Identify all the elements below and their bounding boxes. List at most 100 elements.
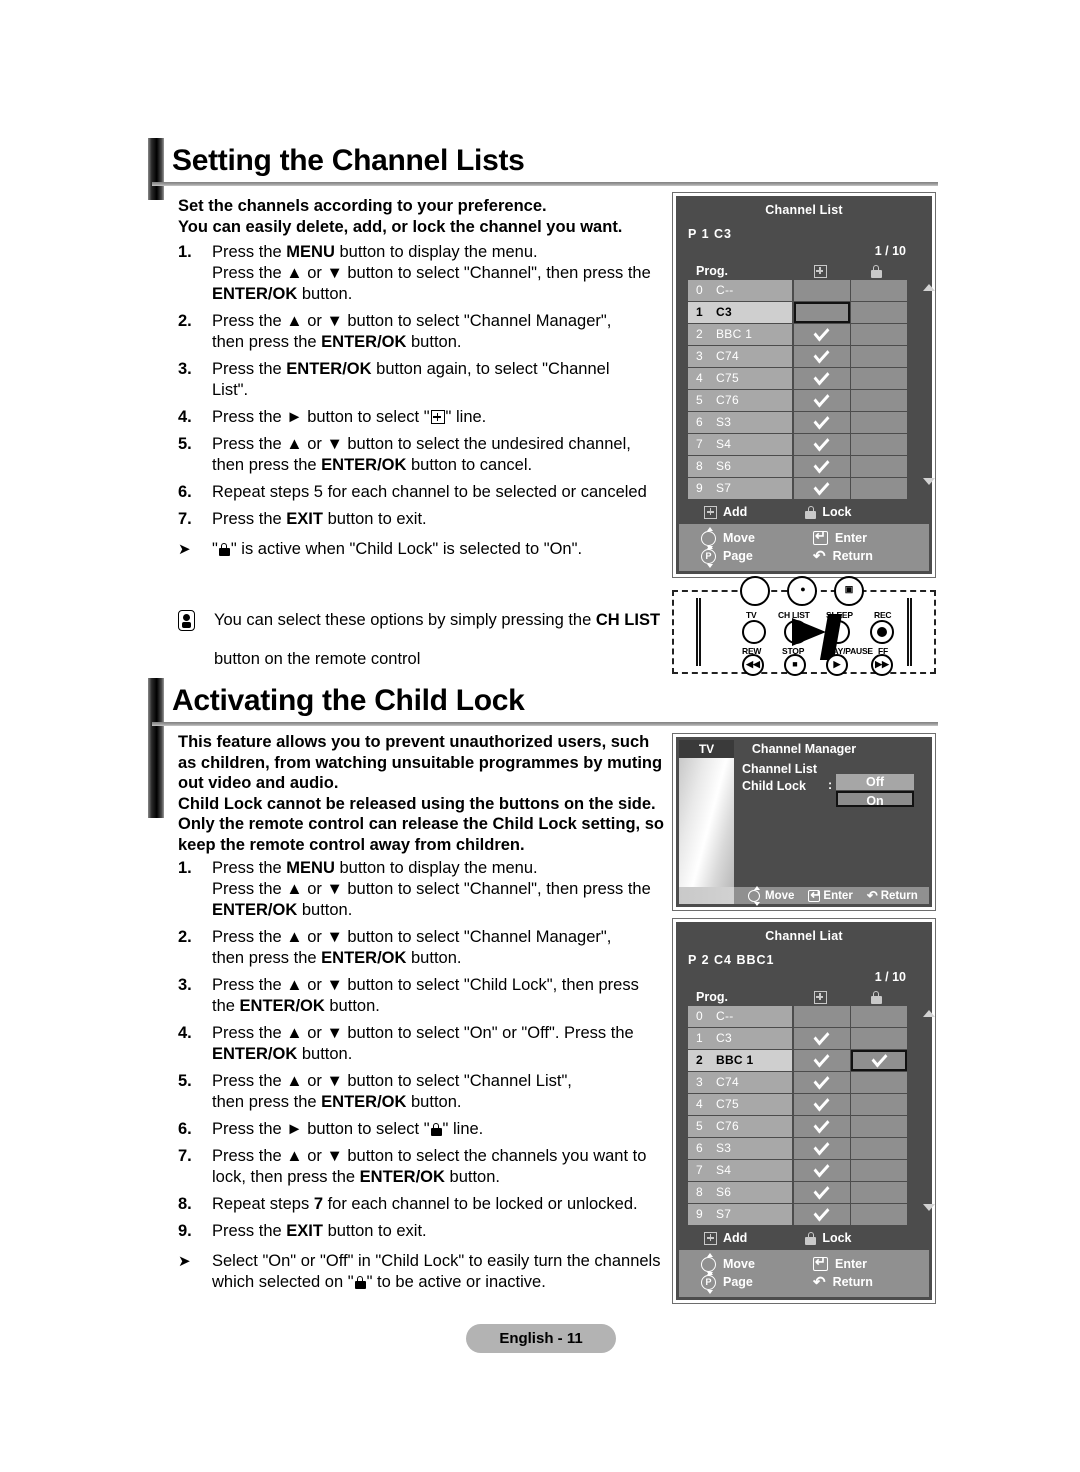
plus-box-icon (813, 264, 827, 278)
row-lock-cell[interactable] (851, 1138, 907, 1159)
channel-rows-bottom[interactable]: 0 C-- 1 C3 2 BBC 1 3 C74 4 C75 5 C76 6 S3 7 S4 8 S6 9 S7 (688, 1006, 935, 1225)
row-lock-cell[interactable] (851, 324, 907, 345)
row-lock-cell[interactable] (851, 478, 907, 499)
option-off[interactable]: Off (836, 774, 914, 790)
osd-title: Channel List (765, 203, 843, 217)
table-row[interactable]: 6 S3 (688, 1137, 920, 1159)
menu-item-channel-list[interactable]: Channel List (742, 761, 817, 778)
row-add-cell[interactable] (793, 1071, 850, 1093)
table-row[interactable]: 1 C3 (688, 302, 920, 323)
row-add-cell[interactable] (793, 389, 850, 411)
check-icon (813, 1137, 830, 1156)
table-row[interactable]: 1 C3 (688, 1027, 920, 1049)
osd-channel-manager: Channel Manager TV Channel List Child Lo… (672, 733, 936, 911)
row-add-cell[interactable] (793, 477, 850, 499)
menu-item-child-lock[interactable]: Child Lock (742, 778, 817, 795)
row-add-cell[interactable] (793, 1027, 850, 1049)
table-row[interactable]: 4 C75 (688, 1093, 920, 1115)
row-add-cell[interactable] (793, 367, 850, 389)
row-lock-cell[interactable] (851, 434, 907, 455)
row-add-cell[interactable] (793, 455, 850, 477)
row-add-cell[interactable] (793, 1181, 850, 1203)
table-row[interactable]: 0 C-- (688, 280, 920, 301)
remote-left-rail (696, 598, 701, 666)
row-lock-cell[interactable] (851, 346, 907, 367)
row-add-cell[interactable] (793, 302, 850, 323)
row-add-cell[interactable] (793, 1115, 850, 1137)
row-lock-cell[interactable] (851, 1204, 907, 1225)
table-row[interactable]: 2 BBC 1 (688, 323, 920, 345)
row-lock-cell[interactable] (851, 412, 907, 433)
row-add-cell[interactable] (793, 1137, 850, 1159)
row-add-cell[interactable] (793, 1093, 850, 1115)
table-row[interactable]: 8 S6 (688, 1181, 920, 1203)
step-text: Press the ▲ or ▼ button to select the un… (212, 435, 631, 474)
row-add-cell[interactable] (793, 1049, 850, 1071)
row-lock-cell[interactable] (851, 1072, 907, 1093)
row-add-cell[interactable] (793, 280, 850, 301)
scroll-up-arrow[interactable] (923, 284, 935, 291)
pointer-arrow-icon (792, 618, 826, 646)
remote-button-upper-1[interactable] (740, 576, 770, 606)
enter-icon (813, 528, 828, 545)
row-name: S4 (716, 1163, 732, 1178)
list-item: 2. Press the ▲ or ▼ button to select "Ch… (178, 311, 668, 353)
table-row[interactable]: 3 C74 (688, 1071, 920, 1093)
osd-current-program: P 1 C3 (688, 227, 732, 241)
row-number: 5 (696, 1119, 703, 1134)
list-item: 4. Press the ▲ or ▼ button to select "On… (178, 1023, 668, 1065)
row-lock-cell[interactable] (851, 456, 907, 477)
section1-lead-line2: You can easily delete, add, or lock the … (178, 217, 623, 236)
channel-table-bottom: Prog. 0 C-- 1 C3 2 BBC 1 3 C74 4 C75 5 C76 6 S3 7 S4 8 S6… (688, 987, 935, 1245)
row-add-cell[interactable] (793, 345, 850, 367)
row-add-cell[interactable] (793, 323, 850, 345)
channel-rows-top[interactable]: 0 C-- 1 C3 2 BBC 1 3 C74 4 C75 5 C76 6 S3 7 S4 8 S6 9 S7 (688, 280, 935, 499)
table-row[interactable]: 5 C76 (688, 389, 920, 411)
row-lock-cell[interactable] (851, 1028, 907, 1049)
row-lock-cell[interactable] (851, 368, 907, 389)
note-hand-icon (178, 610, 214, 670)
table-row[interactable]: 7 S4 (688, 1159, 920, 1181)
scroll-down-arrow[interactable] (923, 478, 935, 485)
table-row[interactable]: 8 S6 (688, 455, 920, 477)
scroll-up-arrow[interactable] (923, 1010, 935, 1017)
check-icon (813, 1115, 830, 1134)
table-row[interactable]: 0 C-- (688, 1006, 920, 1027)
move-icon (748, 885, 760, 906)
table-row[interactable]: 2 BBC 1 (688, 1049, 920, 1071)
table-row[interactable]: 9 S7 (688, 477, 920, 499)
table-row[interactable]: 5 C76 (688, 1115, 920, 1137)
scroll-down-arrow[interactable] (923, 1204, 935, 1211)
row-add-cell[interactable] (793, 433, 850, 455)
move-icon (701, 526, 716, 550)
table-row[interactable]: 3 C74 (688, 345, 920, 367)
osd-title: Channel Liat (765, 929, 843, 943)
table-row[interactable]: 4 C75 (688, 367, 920, 389)
step-text: Press the ▲ or ▼ button to select "On" o… (212, 1024, 634, 1063)
footer-page-label: Page (723, 549, 753, 563)
row-lock-cell[interactable] (851, 390, 907, 411)
option-on[interactable]: On (836, 791, 914, 808)
row-lock-cell[interactable] (851, 1160, 907, 1181)
row-lock-cell[interactable] (851, 1006, 907, 1027)
row-lock-cell[interactable] (851, 1182, 907, 1203)
footer-return-label: Return (832, 1275, 873, 1289)
row-lock-cell[interactable] (851, 280, 907, 301)
row-lock-cell[interactable] (851, 1049, 907, 1071)
row-lock-cell[interactable] (851, 1116, 907, 1137)
row-add-cell[interactable] (793, 1006, 850, 1027)
table-row[interactable]: 7 S4 (688, 433, 920, 455)
row-number: 3 (696, 349, 703, 364)
check-icon (813, 1049, 830, 1068)
table-row[interactable]: 6 S3 (688, 411, 920, 433)
row-add-cell[interactable] (793, 1203, 850, 1225)
row-lock-cell[interactable] (851, 302, 907, 323)
row-number: 3 (696, 1075, 703, 1090)
table-row[interactable]: 9 S7 (688, 1203, 920, 1225)
lock-icon (218, 543, 230, 556)
row-add-cell[interactable] (793, 1159, 850, 1181)
row-add-cell[interactable] (793, 411, 850, 433)
menu-door-graphic (679, 758, 734, 896)
remote-button-tv[interactable] (742, 620, 766, 644)
row-lock-cell[interactable] (851, 1094, 907, 1115)
